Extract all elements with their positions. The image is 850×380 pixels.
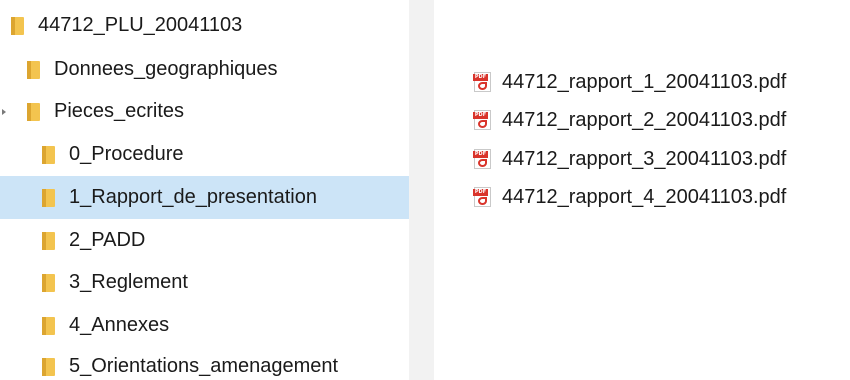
tree-item-0-procedure[interactable]: 0_Procedure: [0, 133, 409, 176]
folder-icon: [42, 231, 55, 250]
tree-item-label: 1_Rapport_de_presentation: [69, 186, 317, 208]
folder-icon: [42, 145, 55, 164]
file-item-rapport-1[interactable]: PDF 44712_rapport_1_20041103.pdf: [473, 65, 787, 99]
tree-item-label: 3_Reglement: [69, 271, 188, 293]
tree-item-donnees-geographiques[interactable]: Donnees_geographiques: [0, 48, 409, 91]
tree-item-label: 4_Annexes: [69, 314, 170, 336]
tree-item-pieces-ecrites[interactable]: Pieces_ecrites: [0, 90, 409, 133]
file-name: 44712_rapport_2_20041103.pdf: [502, 108, 787, 131]
folder-icon: [27, 60, 40, 79]
folder-icon: [27, 102, 40, 121]
folder-icon: [42, 273, 55, 292]
folder-icon: [42, 316, 55, 335]
tree-item-label: 0_Procedure: [69, 143, 184, 165]
tree-item-label: 5_Orientations_amenagement: [69, 355, 339, 377]
file-item-rapport-4[interactable]: PDF 44712_rapport_4_20041103.pdf: [473, 180, 787, 214]
folder-icon: [42, 357, 55, 376]
tree-item-label: Donnees_geographiques: [54, 58, 278, 80]
tree-item-label: Pieces_ecrites: [54, 100, 185, 122]
pdf-file-icon: PDF: [473, 72, 491, 92]
file-item-rapport-3[interactable]: PDF 44712_rapport_3_20041103.pdf: [473, 142, 787, 176]
tree-item-5-orientations-amenagement[interactable]: 5_Orientations_amenagement: [0, 345, 409, 380]
folder-icon: [11, 16, 24, 35]
folder-tree-pane: 44712_PLU_20041103 Donnees_geographiques…: [0, 0, 409, 380]
pane-divider[interactable]: [409, 0, 434, 380]
pdf-file-icon: PDF: [473, 149, 491, 169]
pdf-file-icon: PDF: [473, 187, 491, 207]
file-name: 44712_rapport_4_20041103.pdf: [502, 185, 787, 208]
tree-item-label: 2_PADD: [69, 229, 146, 251]
tree-item-label: 44712_PLU_20041103: [38, 14, 243, 36]
file-item-rapport-2[interactable]: PDF 44712_rapport_2_20041103.pdf: [473, 103, 787, 137]
folder-icon: [42, 188, 55, 207]
chevron-right-icon[interactable]: [2, 108, 6, 115]
tree-item-4-annexes[interactable]: 4_Annexes: [0, 304, 409, 347]
pdf-file-icon: PDF: [473, 110, 491, 130]
tree-item-3-reglement[interactable]: 3_Reglement: [0, 261, 409, 304]
file-name: 44712_rapport_1_20041103.pdf: [502, 70, 787, 93]
file-name: 44712_rapport_3_20041103.pdf: [502, 147, 787, 170]
tree-item-2-padd[interactable]: 2_PADD: [0, 219, 409, 262]
tree-item-root[interactable]: 44712_PLU_20041103: [0, 4, 409, 47]
tree-item-1-rapport-de-presentation[interactable]: 1_Rapport_de_presentation: [0, 176, 409, 219]
